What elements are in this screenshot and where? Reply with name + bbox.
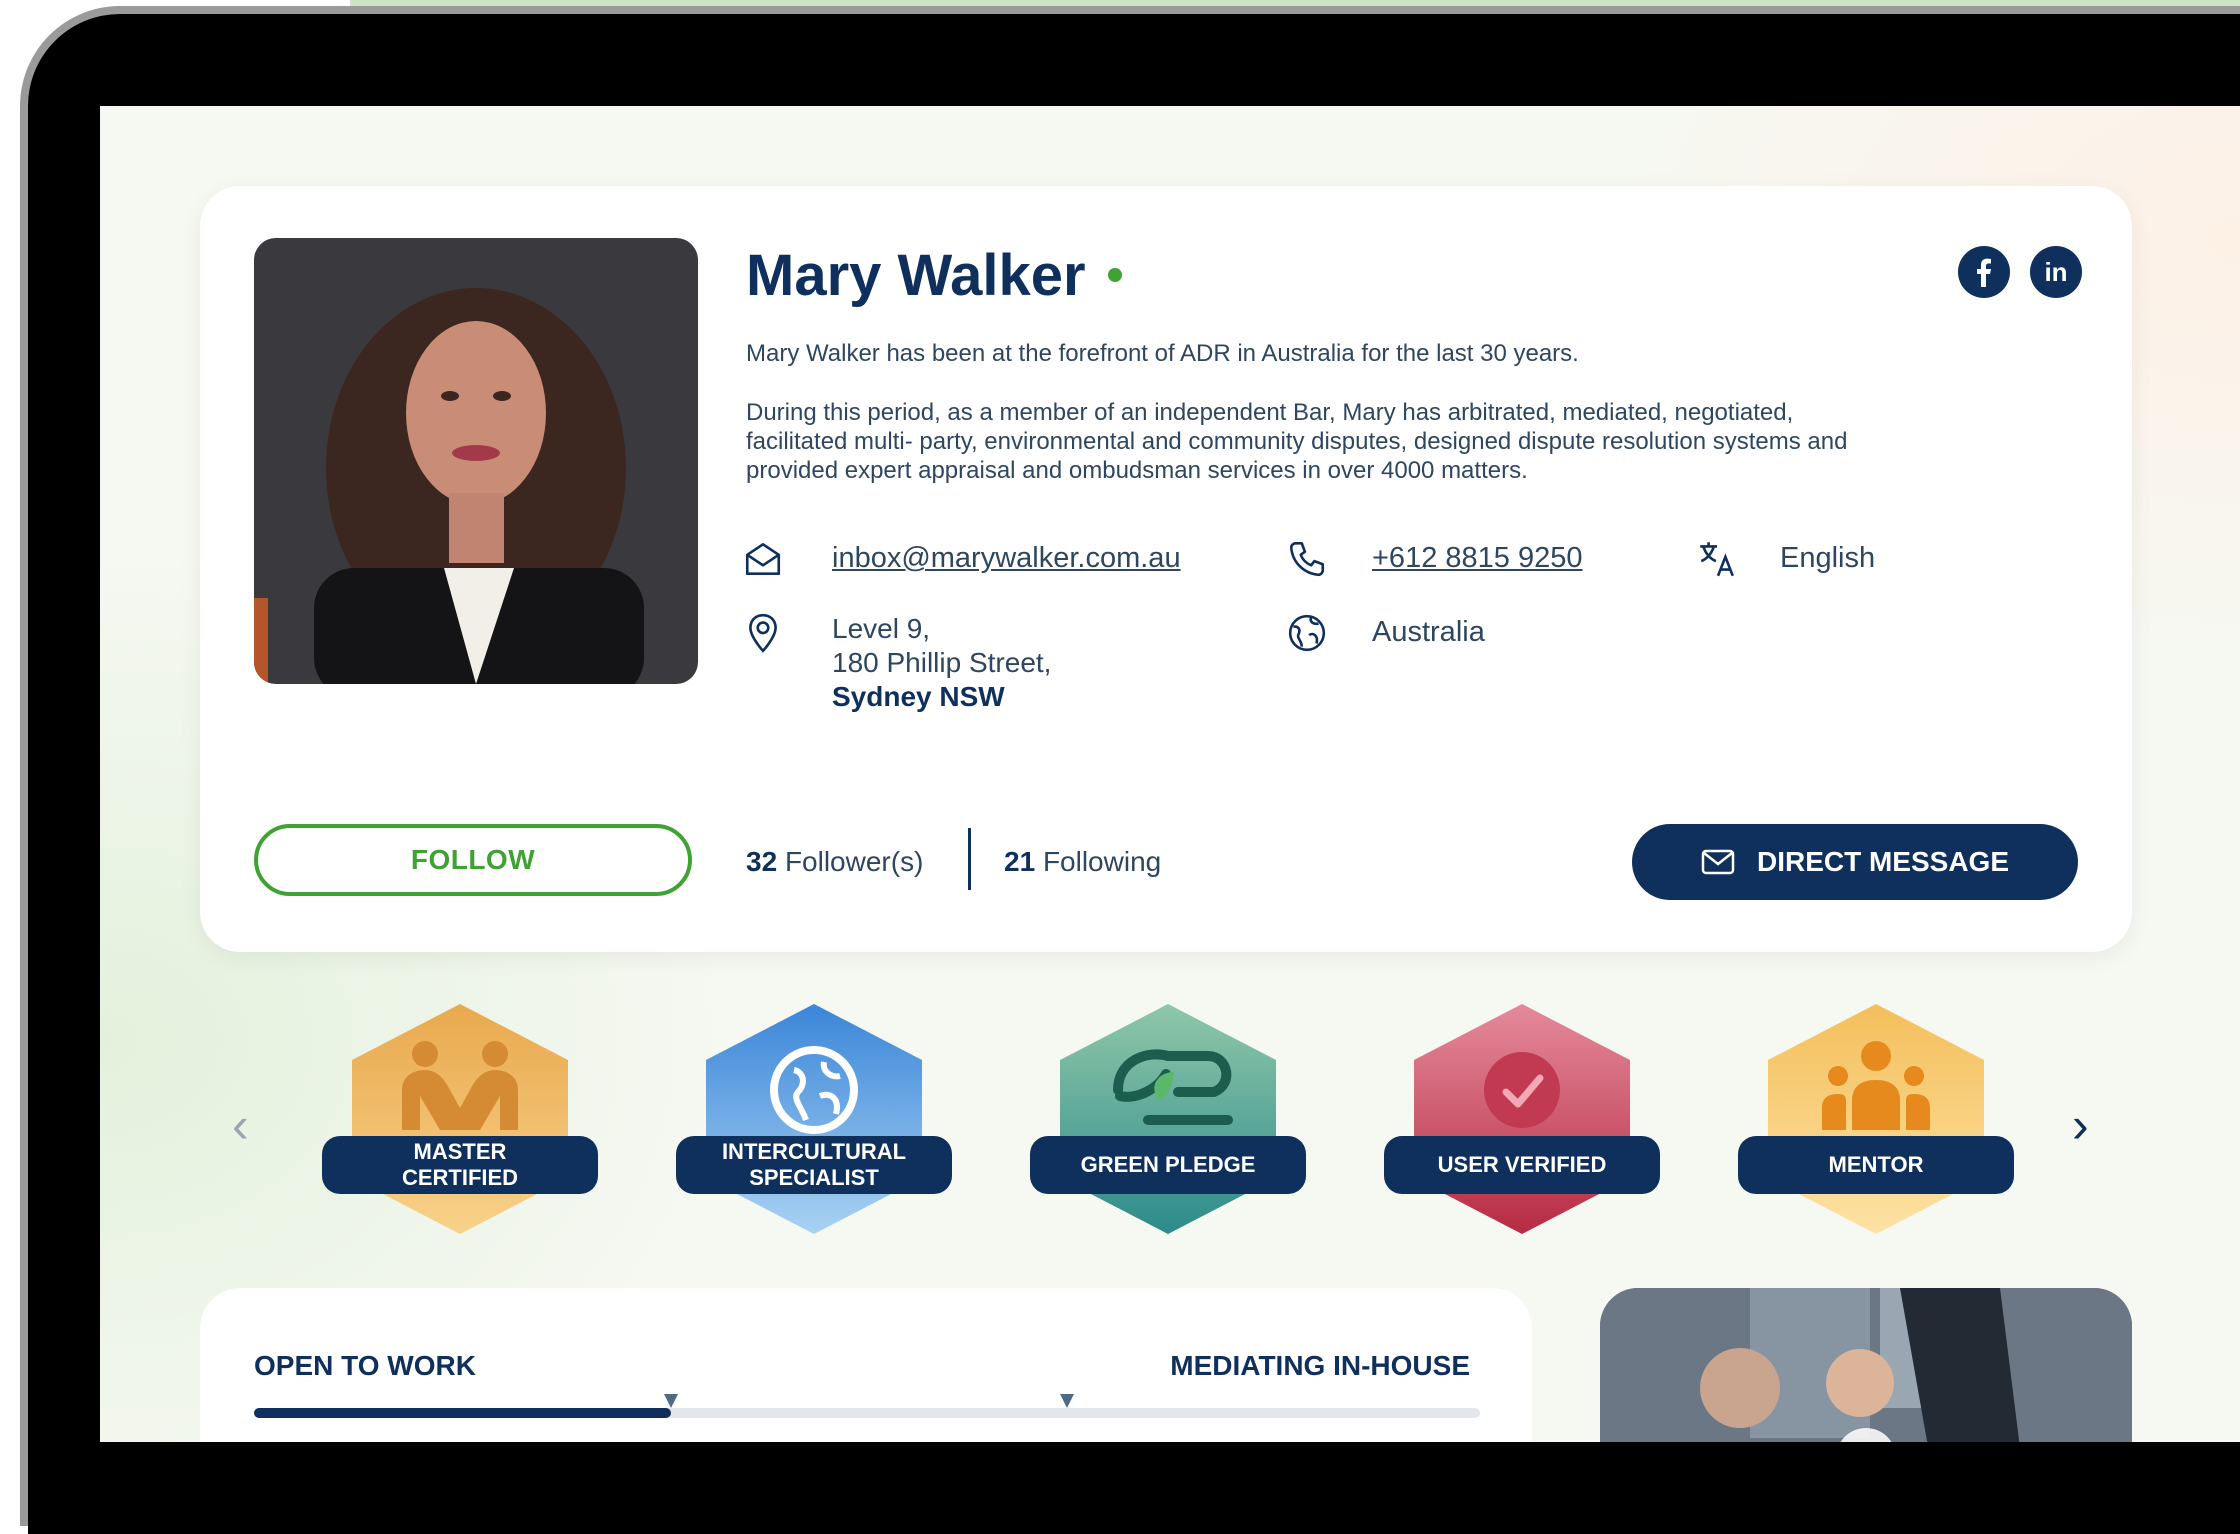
linkedin-icon[interactable]: in xyxy=(2030,246,2082,298)
badge-label: MENTOR xyxy=(1738,1136,2014,1194)
bio-detail: During this period, as a member of an in… xyxy=(746,399,1848,484)
work-status-slider[interactable] xyxy=(254,1394,1480,1418)
badge-mentor[interactable]: MENTOR xyxy=(1738,1000,2014,1238)
following-label: Following xyxy=(1042,846,1162,877)
user-verified-hex-icon xyxy=(1414,1004,1630,1234)
badge-label-line1: GREEN PLEDGE xyxy=(1080,1152,1256,1177)
country-value: Australia xyxy=(1372,616,1485,648)
facebook-icon[interactable] xyxy=(1958,246,2010,298)
profile-card: Mary Walker in Mary Walker has been at t… xyxy=(200,186,2132,952)
email-link-text[interactable]: inbox@marywalker.com.au xyxy=(832,542,1181,574)
green-pledge-leaf-hex-icon xyxy=(1060,1004,1276,1234)
video-thumbnail xyxy=(1600,1288,2132,1442)
open-to-work-label: OPEN TO WORK xyxy=(254,1350,476,1381)
address-line1: Level 9, xyxy=(832,613,931,644)
badge-green-pledge[interactable]: GREEN PLEDGE xyxy=(1030,1000,1306,1238)
chevron-right-icon: › xyxy=(2072,1097,2089,1153)
badge-label: USER VERIFIED xyxy=(1384,1136,1660,1194)
following-count[interactable]: 21 Following xyxy=(1004,846,1161,878)
profile-photo xyxy=(254,238,698,684)
following-number: 21 xyxy=(1004,846,1036,877)
master-certified-hex-icon xyxy=(352,1004,568,1234)
slider-marker-icon[interactable] xyxy=(663,1394,678,1408)
intercultural-globe-hex-icon xyxy=(706,1004,922,1234)
email-link[interactable]: inbox@marywalker.com.au xyxy=(832,542,1181,575)
badge-label: MASTER CERTIFIED xyxy=(322,1136,598,1194)
follow-button[interactable]: FOLLOW xyxy=(254,824,692,896)
phone-link-text[interactable]: +612 8815 9250 xyxy=(1372,542,1582,574)
badge-label-line1: MASTER xyxy=(413,1139,507,1164)
address-line2: 180 Phillip Street, xyxy=(832,647,1052,678)
carousel-next-button[interactable]: › xyxy=(2072,1100,2089,1150)
badge-label-line1: MENTOR xyxy=(1828,1152,1924,1177)
location-pin-icon xyxy=(749,613,777,653)
envelope-icon xyxy=(1701,849,1735,875)
badge-label-line2: CERTIFIED xyxy=(401,1165,519,1190)
bio-intro: Mary Walker has been at the forefront of… xyxy=(746,340,1579,367)
language-value: English xyxy=(1780,542,1876,574)
phone-icon xyxy=(1289,541,1325,577)
badge-label: GREEN PLEDGE xyxy=(1030,1136,1306,1194)
badge-intercultural-specialist[interactable]: INTERCULTURAL SPECIALIST xyxy=(676,1000,952,1238)
work-status-card: OPEN TO WORK MEDIATING IN-HOUSE xyxy=(200,1288,1532,1442)
slider-marker-icon[interactable] xyxy=(1060,1394,1074,1408)
phone-link[interactable]: +612 8815 9250 xyxy=(1372,542,1582,575)
badge-label-line1: USER VERIFIED xyxy=(1437,1152,1607,1177)
mentor-group-hex-icon xyxy=(1768,1004,1984,1234)
work-status-fill xyxy=(254,1408,671,1418)
address-line3: Sydney NSW xyxy=(832,681,1005,712)
profile-name-text: Mary Walker xyxy=(746,243,1086,308)
badge-label: INTERCULTURAL SPECIALIST xyxy=(676,1136,952,1194)
badge-label-line1: INTERCULTURAL xyxy=(721,1139,907,1164)
badge-user-verified[interactable]: USER VERIFIED xyxy=(1384,1000,1660,1238)
online-status-dot xyxy=(1107,267,1122,282)
video-preview[interactable] xyxy=(1600,1288,2132,1442)
direct-message-button[interactable]: DIRECT MESSAGE xyxy=(1632,824,2078,900)
profile-name: Mary Walker xyxy=(746,242,1122,309)
email-icon xyxy=(745,542,781,576)
followers-count[interactable]: 32 Follower(s) xyxy=(746,846,923,878)
chevron-left-icon: ‹ xyxy=(232,1097,249,1153)
carousel-prev-button[interactable]: ‹ xyxy=(232,1100,249,1150)
screen: Mary Walker in Mary Walker has been at t… xyxy=(100,106,2240,1442)
linkedin-icon-text: in xyxy=(2044,256,2068,287)
mediating-in-house-label: MEDIATING IN-HOUSE xyxy=(1170,1350,1470,1381)
globe-icon xyxy=(1288,614,1326,652)
badge-master-certified[interactable]: MASTER CERTIFIED xyxy=(322,1000,598,1238)
translate-icon xyxy=(1700,542,1734,577)
follow-button-label: FOLLOW xyxy=(410,844,536,875)
followers-number: 32 xyxy=(746,846,778,877)
address: Level 9, 180 Phillip Street, Sydney NSW xyxy=(832,612,1051,714)
followers-label: Follower(s) xyxy=(784,846,924,877)
followers-divider xyxy=(968,828,971,890)
direct-message-label: DIRECT MESSAGE xyxy=(1756,846,2010,877)
badge-label-line2: SPECIALIST xyxy=(749,1165,879,1190)
